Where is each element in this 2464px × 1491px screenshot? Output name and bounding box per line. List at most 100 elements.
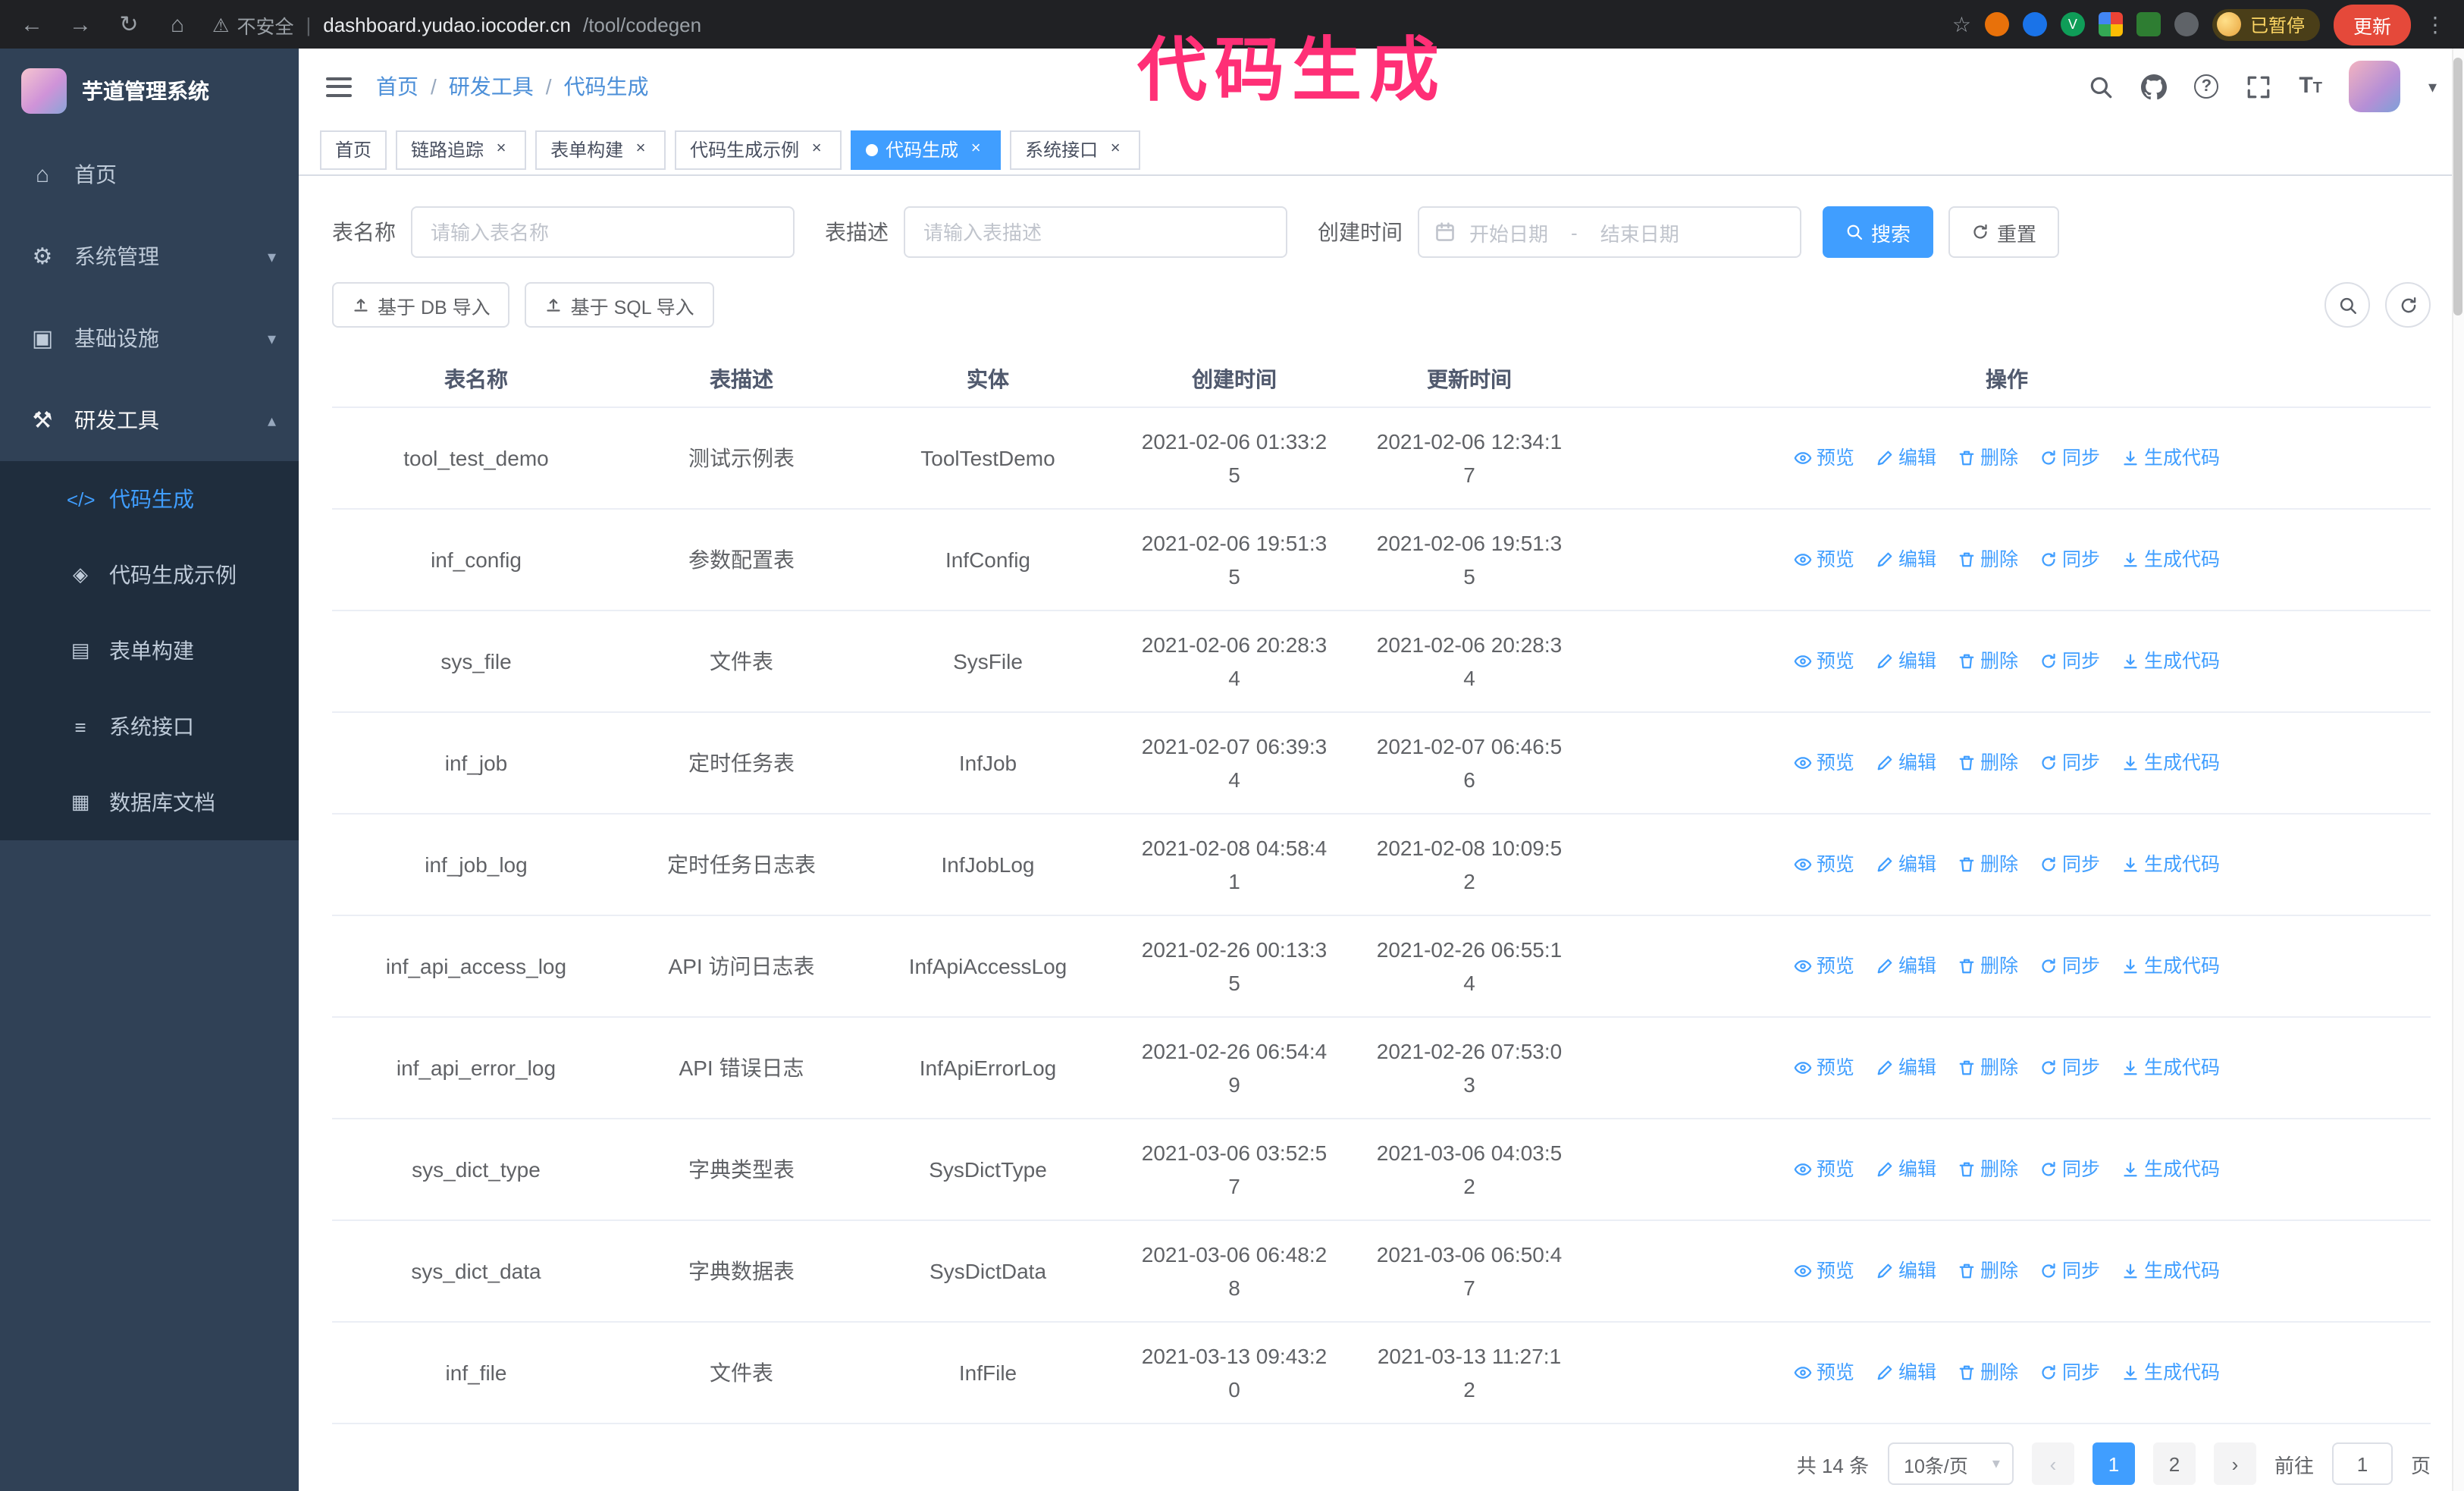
sidebar-item-infra[interactable]: ▣ 基础设施 ▾ [0, 297, 299, 379]
sidebar-item-form-builder[interactable]: ▤ 表单构建 [0, 613, 299, 689]
sidebar-item-system[interactable]: ⚙ 系统管理 ▾ [0, 215, 299, 297]
github-icon[interactable] [2141, 74, 2168, 99]
extension-icon[interactable] [2136, 12, 2161, 36]
sync-link[interactable]: 同步 [2039, 1356, 2100, 1389]
generate-code-link[interactable]: 生成代码 [2121, 848, 2220, 881]
delete-link[interactable]: 删除 [1958, 746, 2018, 780]
edit-link[interactable]: 编辑 [1876, 746, 1936, 780]
preview-link[interactable]: 预览 [1794, 1153, 1854, 1186]
close-icon[interactable]: × [1105, 140, 1125, 159]
tab-form-builder[interactable]: 表单构建 × [535, 130, 666, 169]
page-size-select[interactable]: 10条/页 ▾ [1887, 1442, 2014, 1485]
refresh-icon[interactable]: ↻ [115, 11, 143, 38]
preview-link[interactable]: 预览 [1794, 1051, 1854, 1085]
sync-link[interactable]: 同步 [2039, 950, 2100, 983]
preview-link[interactable]: 预览 [1794, 543, 1854, 576]
preview-link[interactable]: 预览 [1794, 950, 1854, 983]
refresh-table-button[interactable] [2385, 282, 2431, 328]
delete-link[interactable]: 删除 [1958, 1051, 2018, 1085]
delete-link[interactable]: 删除 [1958, 543, 2018, 576]
edit-link[interactable]: 编辑 [1876, 543, 1936, 576]
sidebar-item-devtools[interactable]: ⚒ 研发工具 ▴ [0, 379, 299, 461]
delete-link[interactable]: 删除 [1958, 1153, 2018, 1186]
edit-link[interactable]: 编辑 [1876, 1153, 1936, 1186]
breadcrumb-devtools[interactable]: 研发工具 [449, 71, 534, 102]
page-button-2[interactable]: 2 [2152, 1442, 2196, 1485]
sync-link[interactable]: 同步 [2039, 543, 2100, 576]
profile-paused-badge[interactable]: 已暂停 [2212, 8, 2320, 40]
edit-link[interactable]: 编辑 [1876, 848, 1936, 881]
toggle-search-button[interactable] [2324, 282, 2370, 328]
sync-link[interactable]: 同步 [2039, 441, 2100, 475]
address-bar[interactable]: ⚠ 不安全 | dashboard.yudao.iocoder.cn/tool/c… [212, 10, 1937, 39]
tab-codegen-example[interactable]: 代码生成示例 × [675, 130, 842, 169]
breadcrumb-home[interactable]: 首页 [376, 71, 419, 102]
extension-icon[interactable] [2098, 12, 2123, 36]
close-icon[interactable]: × [491, 140, 511, 159]
generate-code-link[interactable]: 生成代码 [2121, 441, 2220, 475]
home-icon[interactable]: ⌂ [164, 11, 191, 37]
generate-code-link[interactable]: 生成代码 [2121, 1051, 2220, 1085]
preview-link[interactable]: 预览 [1794, 1356, 1854, 1389]
delete-link[interactable]: 删除 [1958, 1356, 2018, 1389]
page-button-1[interactable]: 1 [2092, 1442, 2135, 1485]
import-sql-button[interactable]: 基于 SQL 导入 [525, 282, 714, 328]
preview-link[interactable]: 预览 [1794, 848, 1854, 881]
date-range-picker[interactable]: 开始日期 - 结束日期 [1418, 206, 1801, 258]
tab-home[interactable]: 首页 [320, 130, 387, 169]
sync-link[interactable]: 同步 [2039, 1153, 2100, 1186]
tab-system-api[interactable]: 系统接口 × [1010, 130, 1141, 169]
generate-code-link[interactable]: 生成代码 [2121, 543, 2220, 576]
font-size-icon[interactable]: TT [2299, 73, 2322, 100]
chrome-update-button[interactable]: 更新 [2333, 4, 2411, 45]
preview-link[interactable]: 预览 [1794, 746, 1854, 780]
chevron-down-icon[interactable]: ▾ [2428, 77, 2437, 96]
generate-code-link[interactable]: 生成代码 [2121, 1356, 2220, 1389]
sync-link[interactable]: 同步 [2039, 1051, 2100, 1085]
app-logo[interactable]: 芋道管理系统 [0, 49, 299, 133]
prev-page-button[interactable]: ‹ [2031, 1442, 2074, 1485]
security-warning[interactable]: ⚠ 不安全 [212, 10, 293, 39]
preview-link[interactable]: 预览 [1794, 1254, 1854, 1288]
tab-trace[interactable]: 链路追踪 × [396, 130, 527, 169]
search-icon[interactable] [2088, 74, 2114, 99]
sidebar-toggle-icon[interactable] [326, 77, 352, 96]
search-button[interactable]: 搜索 [1823, 206, 1934, 258]
close-icon[interactable]: × [807, 140, 826, 159]
help-icon[interactable]: ? [2194, 74, 2219, 99]
sync-link[interactable]: 同步 [2039, 746, 2100, 780]
table-desc-input[interactable] [904, 206, 1287, 258]
bookmark-star-icon[interactable]: ☆ [1952, 11, 1971, 37]
browser-menu-icon[interactable]: ⋮ [2425, 11, 2446, 37]
extension-icon[interactable] [2022, 12, 2047, 36]
generate-code-link[interactable]: 生成代码 [2121, 950, 2220, 983]
table-name-input[interactable] [411, 206, 795, 258]
sidebar-item-home[interactable]: ⌂ 首页 [0, 133, 299, 215]
next-page-button[interactable]: › [2213, 1442, 2256, 1485]
edit-link[interactable]: 编辑 [1876, 645, 1936, 678]
sidebar-item-db-docs[interactable]: ▦ 数据库文档 [0, 764, 299, 840]
delete-link[interactable]: 删除 [1958, 645, 2018, 678]
extension-puzzle-icon[interactable] [2174, 12, 2199, 36]
tab-codegen[interactable]: 代码生成 × [851, 130, 1002, 169]
delete-link[interactable]: 删除 [1958, 1254, 2018, 1288]
sidebar-item-system-api[interactable]: ≡ 系统接口 [0, 689, 299, 764]
sync-link[interactable]: 同步 [2039, 848, 2100, 881]
delete-link[interactable]: 删除 [1958, 441, 2018, 475]
import-db-button[interactable]: 基于 DB 导入 [332, 282, 510, 328]
edit-link[interactable]: 编辑 [1876, 441, 1936, 475]
preview-link[interactable]: 预览 [1794, 645, 1854, 678]
close-icon[interactable]: × [631, 140, 650, 159]
edit-link[interactable]: 编辑 [1876, 950, 1936, 983]
close-icon[interactable]: × [966, 140, 986, 159]
sidebar-item-codegen[interactable]: </> 代码生成 [0, 461, 299, 537]
scrollbar-thumb[interactable] [2453, 58, 2462, 315]
sync-link[interactable]: 同步 [2039, 1254, 2100, 1288]
reset-button[interactable]: 重置 [1948, 206, 2060, 258]
sync-link[interactable]: 同步 [2039, 645, 2100, 678]
goto-page-input[interactable] [2331, 1442, 2393, 1485]
back-icon[interactable]: ← [18, 11, 45, 37]
generate-code-link[interactable]: 生成代码 [2121, 1153, 2220, 1186]
extension-icon[interactable]: V [2060, 12, 2085, 36]
edit-link[interactable]: 编辑 [1876, 1051, 1936, 1085]
